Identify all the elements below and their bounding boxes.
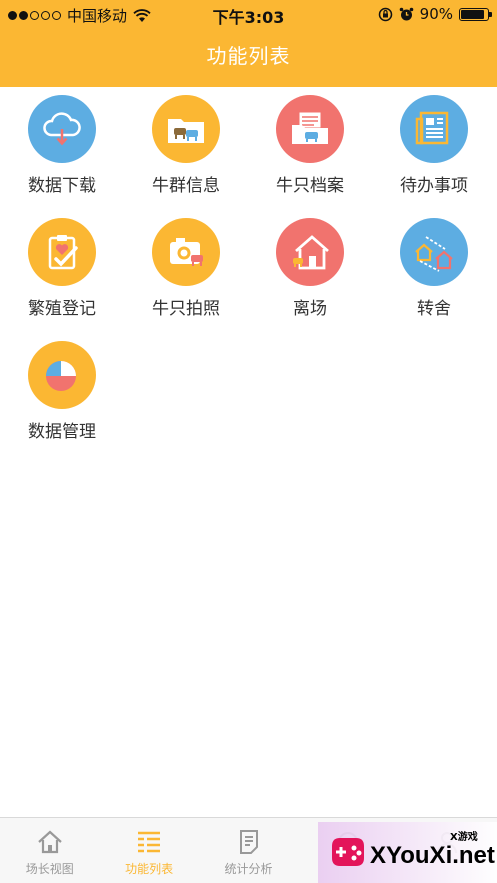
tab-function-list[interactable]: 功能列表 — [99, 818, 198, 883]
page-title: 功能列表 — [206, 44, 291, 68]
document-icon — [239, 830, 258, 854]
function-label: 离场 — [293, 299, 327, 319]
watermark-big-text: XYouXi.net — [370, 842, 495, 869]
function-label: 数据管理 — [28, 422, 96, 442]
watermark: X游戏 XYouXi.net — [318, 822, 497, 883]
tab-label: 功能列表 — [125, 862, 174, 876]
function-label: 牛只档案 — [276, 176, 344, 196]
app-screen: 中国移动 下午3:03 90% 功能列表 数据下载 牛群信息 牛只档案 待办事项… — [0, 0, 497, 883]
battery-icon — [459, 7, 492, 21]
transfer-barn-icon — [400, 218, 468, 286]
function-data-download[interactable]: 数据下载 — [0, 95, 124, 196]
newspaper-icon — [400, 95, 468, 163]
house-exit-icon — [276, 218, 344, 286]
watermark-logo-icon — [332, 838, 364, 866]
tab-label: 场长视图 — [25, 862, 74, 876]
tab-manager-view[interactable]: 场长视图 — [0, 818, 99, 883]
header: 中国移动 下午3:03 90% 功能列表 — [0, 0, 497, 87]
function-label: 繁殖登记 — [28, 299, 96, 319]
battery-level — [461, 9, 485, 19]
clipboard-heart-icon — [28, 218, 96, 286]
watermark-small-text: X游戏 — [450, 832, 478, 843]
herd-folder-icon — [152, 95, 220, 163]
function-leave-farm[interactable]: 离场 — [248, 218, 372, 319]
pie-chart-icon — [28, 341, 96, 409]
function-data-management[interactable]: 数据管理 — [0, 341, 124, 442]
home-icon — [37, 830, 62, 854]
battery-percent: 90% — [419, 5, 453, 23]
function-todo[interactable]: 待办事项 — [372, 95, 496, 196]
camera-icon — [152, 218, 220, 286]
function-herd-info[interactable]: 牛群信息 — [124, 95, 248, 196]
function-cattle-archive[interactable]: 牛只档案 — [248, 95, 372, 196]
tab-statistics[interactable]: 统计分析 — [199, 818, 298, 883]
function-grid: 数据下载 牛群信息 牛只档案 待办事项 繁殖登记 牛只拍照 离场 转舍 数据管理 — [0, 95, 497, 442]
function-label: 待办事项 — [400, 176, 468, 196]
alarm-icon — [399, 7, 413, 20]
status-bar: 中国移动 下午3:03 90% — [0, 0, 497, 28]
function-breeding-register[interactable]: 繁殖登记 — [0, 218, 124, 319]
list-icon — [138, 831, 161, 853]
function-transfer-barn[interactable]: 转舍 — [372, 218, 496, 319]
function-label: 数据下载 — [28, 176, 96, 196]
function-label: 牛群信息 — [152, 176, 220, 196]
cattle-archive-icon — [276, 95, 344, 163]
function-label: 牛只拍照 — [152, 299, 220, 319]
rotation-lock-icon — [378, 7, 392, 21]
cloud-download-icon — [28, 95, 96, 163]
status-right: 90% — [378, 5, 492, 23]
tab-label: 统计分析 — [224, 862, 273, 876]
function-cattle-photo[interactable]: 牛只拍照 — [124, 218, 248, 319]
function-label: 转舍 — [417, 299, 451, 319]
